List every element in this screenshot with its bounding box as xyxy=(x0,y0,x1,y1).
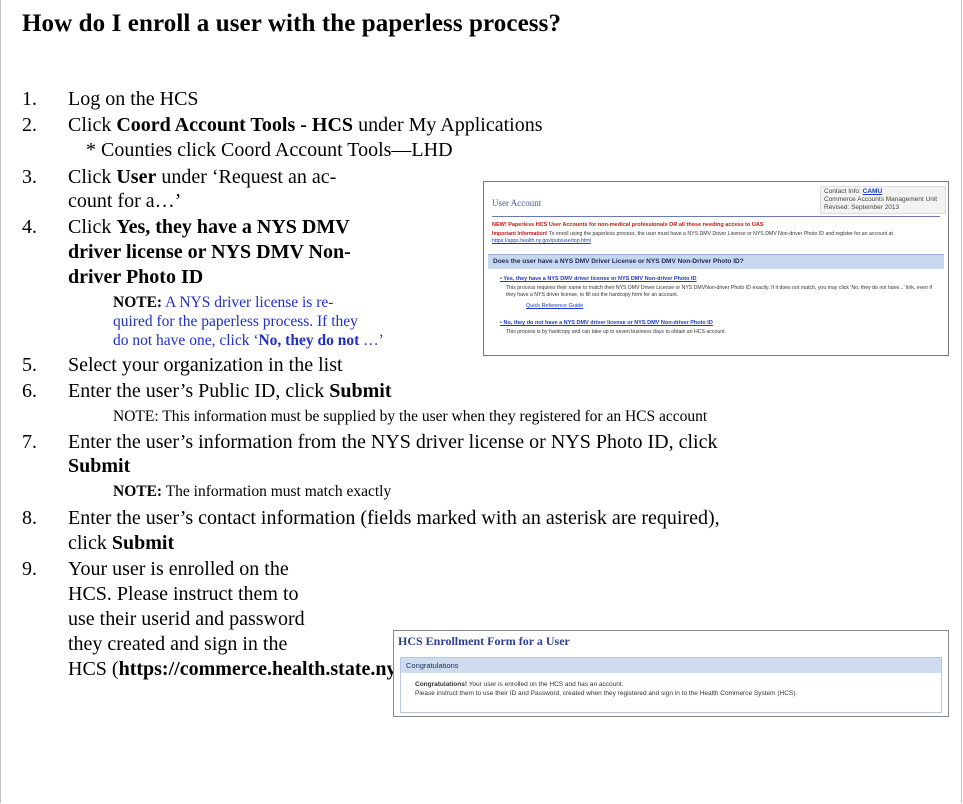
step-text: Your user is enrolled on the xyxy=(68,558,289,580)
step-4-note: NOTE: A NYS driver license is re- xyxy=(113,294,334,311)
quick-reference-link[interactable]: Quick Reference Guide xyxy=(526,303,583,309)
camu-link[interactable]: CAMU xyxy=(863,188,883,195)
step-9-line5: HCS (https://commerce.health.state.ny.us… xyxy=(68,658,426,680)
step-4-line2: driver license or NYS DMV Non- xyxy=(68,241,351,263)
step-text: Click Coord Account Tools - HCS under My… xyxy=(68,114,543,136)
step-text: Select your organization in the list xyxy=(68,354,343,376)
page-title: How do I enroll a user with the paperles… xyxy=(22,10,562,37)
step-number: 7. xyxy=(22,431,37,453)
important-info: Important Information! To enroll using t… xyxy=(492,231,893,244)
step-text: Click Yes, they have a NYS DMV xyxy=(68,216,350,238)
divider xyxy=(492,216,940,217)
step-number: 9. xyxy=(22,558,37,580)
step-text: Enter the user’s information from the NY… xyxy=(68,431,718,453)
step-number: 6. xyxy=(22,380,37,402)
step-number: 5. xyxy=(22,354,37,376)
user-account-header: User Account xyxy=(492,198,542,208)
step-number: 4. xyxy=(22,216,37,238)
step-number: 2. xyxy=(22,114,37,136)
note-label: NOTE: xyxy=(113,483,163,500)
congratulations-box: Congratulations Congratulations! Your us… xyxy=(400,657,942,713)
step-bold: Submit xyxy=(329,380,392,402)
step-9-line4: they created and sign in the xyxy=(68,633,288,655)
step-number: 8. xyxy=(22,507,37,529)
new-notice: NEW! Paperless HCS User Accounts for non… xyxy=(492,222,764,228)
step-4-line3: driver Photo ID xyxy=(68,266,204,288)
no-they-do-not-text: No, they do not xyxy=(258,332,360,349)
congratulations-message: Congratulations! Your user is enrolled o… xyxy=(415,681,798,697)
step-7-note: NOTE: The information must match exactly xyxy=(113,483,392,500)
step-text: Log on the HCS xyxy=(68,88,199,110)
contact-info-box: Contact Info: CAMU Commerce Accounts Man… xyxy=(820,186,946,214)
step-text: Enter the user’s contact information (fi… xyxy=(68,507,720,529)
note-label: NOTE: xyxy=(113,294,163,311)
step-bold: Submit xyxy=(111,532,175,554)
step-text: Enter the user’s Public ID, click Submit xyxy=(68,380,392,402)
step-number: 1. xyxy=(22,88,37,110)
step-7-submit: Submit xyxy=(68,455,131,477)
no-link[interactable]: • No, they do not have a NYS DMV driver … xyxy=(500,320,713,326)
step-9-line2: HCS. Please instruct them to xyxy=(68,583,299,605)
enrollment-form-screenshot: HCS Enrollment Form for a User Congratul… xyxy=(393,630,949,717)
question-bar: Does the user have a NYS DMV Driver Lice… xyxy=(488,254,944,269)
step-bold: Coord Account Tools - HCS xyxy=(116,114,354,136)
step-9-line3: use their userid and password xyxy=(68,608,305,630)
hcs-url: https://commerce.health.state.ny.us xyxy=(118,658,420,680)
yes-link[interactable]: • Yes, they have a NYS DMV driver licens… xyxy=(500,276,697,282)
congratulations-bar: Congratulations xyxy=(401,658,941,673)
step-4-note-line3: do not have one, click ‘No, they do not … xyxy=(113,332,384,349)
step-8-line2: click Submit xyxy=(68,532,175,554)
step-bold: User xyxy=(116,166,157,188)
step-2-sub: * Counties click Coord Account Tools—LHD xyxy=(86,139,453,161)
step-bold: Yes, they have a NYS DMV xyxy=(116,216,350,238)
usertop-link[interactable]: https://apps.health.ny.gov/pub/usertop.h… xyxy=(492,238,591,244)
user-account-screenshot: User Account Contact Info: CAMU Commerce… xyxy=(483,181,949,356)
step-4-note-line2: quired for the paperless process. If the… xyxy=(113,313,358,330)
step-number: 3. xyxy=(22,166,37,188)
step-6-note: NOTE: This information must be supplied … xyxy=(113,408,708,425)
step-text: Click User under ‘Request an ac- xyxy=(68,166,337,188)
yes-description: This process requires their name to matc… xyxy=(506,285,932,298)
step-3-line2: count for a…’ xyxy=(68,190,182,212)
enrollment-form-header: HCS Enrollment Form for a User xyxy=(398,634,570,648)
no-description: This process is by hardcopy and can take… xyxy=(506,329,727,335)
